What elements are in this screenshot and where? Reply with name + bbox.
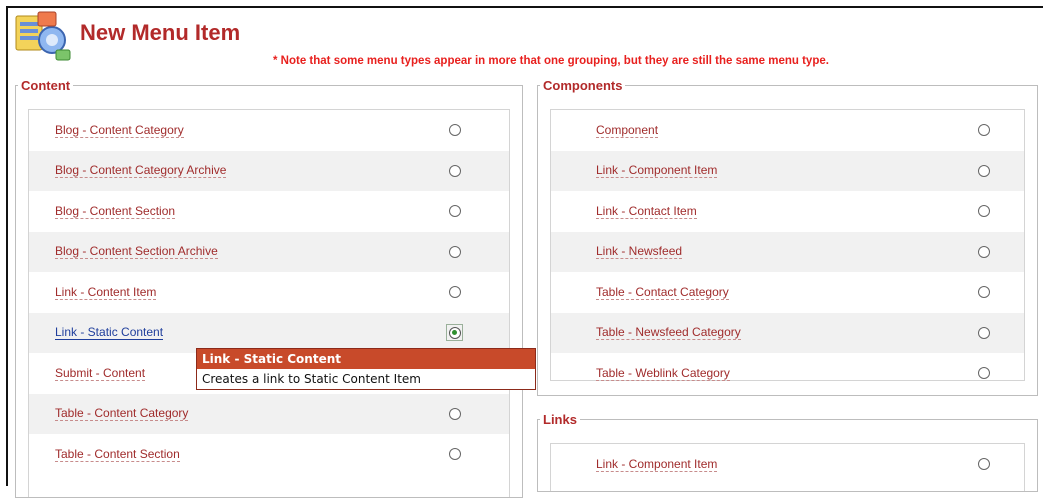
menu-type-radio[interactable] bbox=[978, 286, 990, 299]
menu-type-link[interactable]: Link - Component Item bbox=[596, 163, 718, 179]
hover-tooltip: Link - Static Content Creates a link to … bbox=[196, 348, 536, 390]
content-row-blog-category: Blog - Content Category bbox=[29, 110, 509, 151]
focus-outline bbox=[446, 323, 463, 341]
menu-type-radio[interactable] bbox=[978, 164, 990, 177]
menu-type-link[interactable]: Table - Weblink Category bbox=[596, 366, 730, 381]
menu-type-radio[interactable] bbox=[978, 326, 990, 339]
menu-type-link[interactable]: Link - Contact Item bbox=[596, 204, 697, 219]
links-list: Link - Component Item bbox=[550, 443, 1025, 491]
content-row-blog-section: Blog - Content Section bbox=[29, 191, 509, 232]
content-row-blog-category-archive: Blog - Content Category Archive bbox=[29, 150, 509, 191]
menu-type-link[interactable]: Blog - Content Section Archive bbox=[55, 244, 218, 260]
components-row-link-newsfeed: Link - Newsfeed bbox=[551, 231, 1024, 272]
menu-type-link[interactable]: Component bbox=[596, 123, 659, 138]
menu-type-radio-selected[interactable] bbox=[446, 323, 463, 341]
menu-type-link[interactable]: Blog - Content Category Archive bbox=[55, 163, 227, 179]
menu-type-link[interactable]: Submit - Content bbox=[55, 366, 146, 381]
links-legend: Links bbox=[543, 412, 577, 427]
components-row-link-component-item: Link - Component Item bbox=[551, 150, 1024, 191]
menu-type-note: * Note that some menu types appear in mo… bbox=[273, 55, 829, 67]
content-row-table-content-category: Table - Content Category bbox=[29, 393, 509, 434]
menu-type-radio[interactable] bbox=[449, 286, 461, 299]
content-row-link-static-content: Link - Static Content bbox=[29, 312, 509, 353]
menu-type-link[interactable]: Table - Content Section bbox=[55, 447, 180, 462]
content-legend: Content bbox=[21, 78, 71, 93]
menu-type-radio[interactable] bbox=[978, 458, 990, 471]
content-row-blog-section-archive: Blog - Content Section Archive bbox=[29, 231, 509, 272]
tooltip-title: Link - Static Content bbox=[197, 349, 535, 369]
menu-type-link[interactable]: Table - Contact Category bbox=[596, 285, 729, 300]
components-row-link-contact-item: Link - Contact Item bbox=[551, 191, 1024, 232]
components-legend: Components bbox=[543, 78, 623, 93]
content-row-link-content-item: Link - Content Item bbox=[29, 272, 509, 313]
menu-type-radio[interactable] bbox=[449, 407, 461, 420]
menu-type-link[interactable]: Table - Newsfeed Category bbox=[596, 325, 741, 341]
content-group: Content Blog - Content Category Blog - C… bbox=[15, 78, 523, 498]
menu-type-link-selected[interactable]: Link - Static Content bbox=[55, 325, 164, 341]
components-group: Components Component Link - Component It… bbox=[537, 78, 1038, 396]
content-row-table-content-section: Table - Content Section bbox=[29, 434, 509, 475]
links-group: Links Link - Component Item bbox=[537, 412, 1038, 492]
links-row-link-component-item: Link - Component Item bbox=[551, 444, 1024, 485]
components-row-component: Component bbox=[551, 110, 1024, 151]
menu-type-link[interactable]: Blog - Content Section bbox=[55, 204, 176, 219]
menu-type-radio[interactable] bbox=[978, 205, 990, 218]
menu-type-radio[interactable] bbox=[449, 164, 461, 177]
menu-item-logo-icon bbox=[15, 11, 71, 61]
menu-type-link[interactable]: Blog - Content Category bbox=[55, 123, 184, 138]
menu-type-radio[interactable] bbox=[449, 245, 461, 258]
menu-type-radio[interactable] bbox=[978, 124, 990, 137]
menu-type-link[interactable]: Link - Content Item bbox=[55, 285, 157, 300]
menu-type-radio[interactable] bbox=[449, 448, 461, 461]
tooltip-body: Creates a link to Static Content Item bbox=[197, 369, 535, 389]
menu-type-link[interactable]: Link - Newsfeed bbox=[596, 244, 683, 260]
components-row-table-newsfeed-category: Table - Newsfeed Category bbox=[551, 312, 1024, 353]
components-list: Component Link - Component Item Link - C… bbox=[550, 109, 1025, 381]
menu-type-radio[interactable] bbox=[978, 367, 990, 380]
menu-type-link[interactable]: Table - Content Category bbox=[55, 406, 189, 422]
menu-type-link[interactable]: Link - Component Item bbox=[596, 457, 718, 472]
components-row-table-weblink-category: Table - Weblink Category bbox=[551, 353, 1024, 394]
menu-type-radio[interactable] bbox=[449, 205, 461, 218]
menu-type-radio[interactable] bbox=[978, 245, 990, 258]
content-list: Blog - Content Category Blog - Content C… bbox=[28, 109, 510, 497]
page-title: New Menu Item bbox=[80, 20, 241, 45]
menu-type-radio[interactable] bbox=[449, 124, 461, 137]
components-row-table-contact-category: Table - Contact Category bbox=[551, 272, 1024, 313]
